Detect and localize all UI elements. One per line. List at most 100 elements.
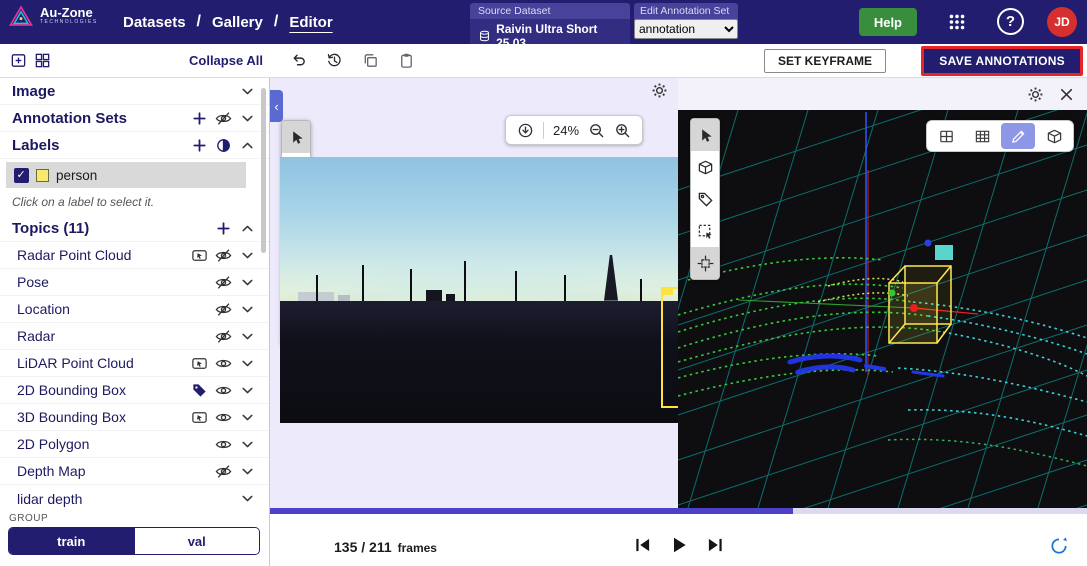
group-train-button[interactable]: train xyxy=(9,528,134,554)
visibility-on-icon[interactable] xyxy=(211,436,235,453)
add-annotation-set-icon[interactable] xyxy=(187,110,211,127)
chevron-down-icon[interactable] xyxy=(235,274,259,291)
keyframe-icon[interactable] xyxy=(187,409,211,426)
annotation-set-select[interactable]: annotation xyxy=(634,19,738,39)
add-label-icon[interactable] xyxy=(187,137,211,154)
sidebar-scrollbar[interactable] xyxy=(261,88,266,253)
set-keyframe-button[interactable]: SET KEYFRAME xyxy=(763,49,886,73)
skip-to-end-button[interactable] xyxy=(705,535,725,555)
copy-icon[interactable] xyxy=(362,52,379,69)
topic-row-depth-map[interactable]: Depth Map xyxy=(0,458,269,485)
topic-row-radar-point-cloud[interactable]: Radar Point Cloud xyxy=(0,242,269,269)
group-val-button[interactable]: val xyxy=(133,528,259,554)
view-sync-icon[interactable] xyxy=(1049,536,1069,556)
keyframe-icon[interactable] xyxy=(187,247,211,264)
section-labels[interactable]: Labels xyxy=(0,132,269,159)
play-button[interactable] xyxy=(669,535,689,555)
section-annotation-sets[interactable]: Annotation Sets xyxy=(0,105,269,132)
apps-grid-icon[interactable] xyxy=(947,12,967,32)
top-nav-bar: Au-Zone TECHNOLOGIES Datasets / Gallery … xyxy=(0,0,1087,53)
add-topic-icon[interactable] xyxy=(211,220,235,237)
timeline-progress[interactable] xyxy=(270,508,1087,514)
visibility-off-icon[interactable] xyxy=(211,463,235,480)
contrast-icon[interactable] xyxy=(211,137,235,154)
chevron-down-icon[interactable] xyxy=(235,247,259,264)
chevron-down-icon[interactable] xyxy=(235,490,259,507)
undo-icon[interactable] xyxy=(290,52,307,69)
chevron-down-icon[interactable] xyxy=(235,301,259,318)
cube-view-button[interactable] xyxy=(1037,123,1071,149)
topic-row-location[interactable]: Location xyxy=(0,296,269,323)
nav-editor[interactable]: Editor xyxy=(289,14,332,31)
skip-to-start-button[interactable] xyxy=(633,535,653,555)
visibility-off-icon[interactable] xyxy=(211,301,235,318)
3d-viewport[interactable] xyxy=(678,110,1087,508)
visibility-off-icon[interactable] xyxy=(211,110,235,127)
marquee-select-tool[interactable] xyxy=(691,215,719,247)
zoom-in-icon[interactable] xyxy=(614,122,631,139)
topic-row-radar[interactable]: Radar xyxy=(0,323,269,350)
add-panel-icon[interactable] xyxy=(10,52,27,69)
nav-datasets[interactable]: Datasets xyxy=(123,14,186,31)
chevron-down-icon[interactable] xyxy=(235,463,259,480)
topic-row-lidar-depth[interactable]: lidar depth xyxy=(0,485,269,510)
zoom-fit-icon[interactable] xyxy=(517,122,534,139)
visibility-on-icon[interactable] xyxy=(211,355,235,372)
topic-row-2d-polygon[interactable]: 2D Polygon xyxy=(0,431,269,458)
collapse-panel-handle[interactable]: ‹ xyxy=(270,90,283,122)
chevron-up-icon[interactable] xyxy=(235,137,259,154)
visibility-on-icon[interactable] xyxy=(211,382,235,399)
user-avatar[interactable]: JD xyxy=(1047,7,1077,37)
app-logo[interactable]: Au-Zone TECHNOLOGIES xyxy=(8,5,98,27)
chevron-down-icon[interactable] xyxy=(235,382,259,399)
visibility-off-icon[interactable] xyxy=(211,274,235,291)
image-shed xyxy=(338,294,350,301)
chevron-down-icon[interactable] xyxy=(235,436,259,453)
keyframe-icon[interactable] xyxy=(187,355,211,372)
label-color-swatch[interactable] xyxy=(36,168,49,182)
close-panel-icon[interactable] xyxy=(1058,86,1075,103)
chevron-down-icon[interactable] xyxy=(235,355,259,372)
camera-settings-gear-icon[interactable] xyxy=(651,82,668,99)
tag-icon[interactable] xyxy=(187,382,211,399)
label-checkbox[interactable] xyxy=(14,167,29,183)
topic-row-3d-bounding-box[interactable]: 3D Bounding Box xyxy=(0,404,269,431)
visibility-off-icon[interactable] xyxy=(211,328,235,345)
tag-tool[interactable] xyxy=(691,183,719,215)
chevron-up-icon[interactable] xyxy=(235,220,259,237)
history-icon[interactable] xyxy=(326,52,343,69)
paste-icon[interactable] xyxy=(398,52,415,69)
3d-settings-gear-icon[interactable] xyxy=(1027,86,1044,103)
edit-mode-button[interactable] xyxy=(1001,123,1035,149)
chevron-down-icon[interactable] xyxy=(235,409,259,426)
chevron-down-icon[interactable] xyxy=(235,328,259,345)
save-annotations-button[interactable]: SAVE ANNOTATIONS xyxy=(921,46,1083,76)
panel-layout-icon[interactable] xyxy=(34,52,51,69)
cuboid-tool[interactable] xyxy=(691,151,719,183)
select-tool[interactable] xyxy=(282,121,310,153)
chevron-down-icon[interactable] xyxy=(235,110,259,127)
topic-row-pose[interactable]: Pose xyxy=(0,269,269,296)
transform-tool[interactable] xyxy=(691,247,719,279)
zoom-out-icon[interactable] xyxy=(588,122,605,139)
3d-scene-canvas[interactable] xyxy=(678,110,1087,508)
help-circle-icon[interactable]: ? xyxy=(997,8,1024,35)
topic-row-2d-bounding-box[interactable]: 2D Bounding Box xyxy=(0,377,269,404)
visibility-off-icon[interactable] xyxy=(211,247,235,264)
image-lattice-tower xyxy=(604,254,618,301)
label-item-person[interactable]: person xyxy=(6,162,246,188)
bbox-2d-person[interactable] xyxy=(661,287,678,408)
camera-frame-image[interactable] xyxy=(280,157,678,423)
zoom-toolbar: 24% xyxy=(505,115,644,145)
help-button[interactable]: Help xyxy=(858,8,917,36)
quad-view-button[interactable] xyxy=(929,123,963,149)
chevron-down-icon[interactable] xyxy=(235,83,259,100)
grid-view-button[interactable] xyxy=(965,123,999,149)
section-image[interactable]: Image xyxy=(0,78,269,105)
collapse-all-button[interactable]: Collapse All xyxy=(189,53,263,68)
topic-row-lidar-point-cloud[interactable]: LiDAR Point Cloud xyxy=(0,350,269,377)
nav-gallery[interactable]: Gallery xyxy=(212,14,263,31)
visibility-on-icon[interactable] xyxy=(211,409,235,426)
section-topics[interactable]: Topics (11) xyxy=(0,215,269,242)
select-tool[interactable] xyxy=(691,119,719,151)
